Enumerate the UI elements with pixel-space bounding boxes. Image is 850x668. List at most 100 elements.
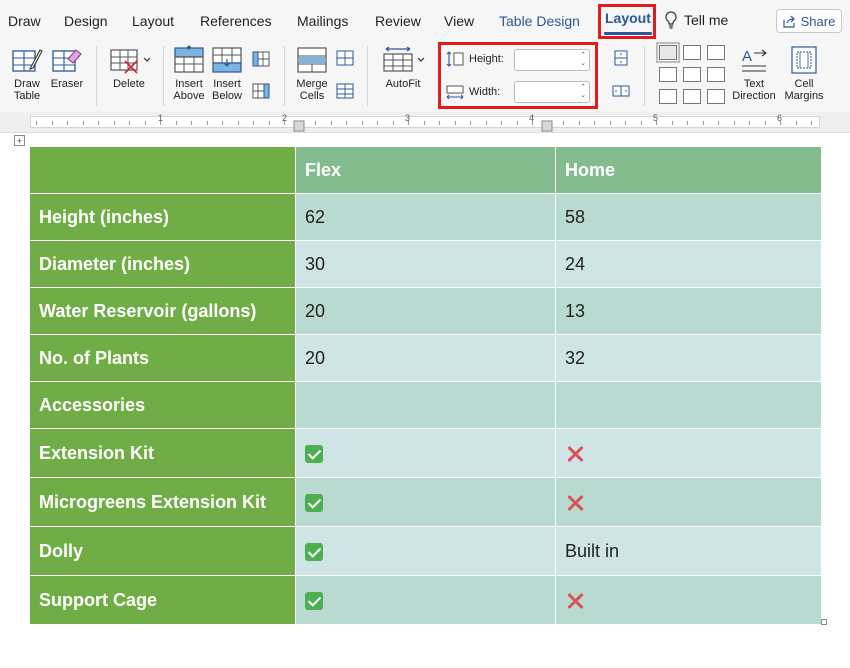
- table-cell-home[interactable]: 13: [555, 287, 822, 335]
- row-header-cell[interactable]: Support Cage: [29, 575, 296, 625]
- checkmark-icon: [305, 444, 323, 463]
- cell-margins-label: Cell Margins: [784, 78, 824, 102]
- text-direction-button[interactable]: A Text Direction: [728, 45, 780, 102]
- row-header-cell[interactable]: Dolly: [29, 526, 296, 576]
- table-cell-flex[interactable]: [295, 526, 556, 576]
- ruler-tick: [439, 121, 440, 125]
- insert-below-label: Insert Below: [212, 78, 242, 102]
- tab-table-design[interactable]: Table Design: [499, 13, 580, 29]
- ruler-tick: [408, 121, 409, 125]
- tab-design[interactable]: Design: [64, 13, 108, 29]
- table-resize-handle[interactable]: [821, 619, 827, 625]
- ruler-tick: [517, 121, 518, 125]
- table-cell-flex[interactable]: 62: [295, 193, 556, 241]
- tab-references[interactable]: References: [200, 13, 272, 29]
- cross-mark-icon: [565, 444, 585, 464]
- column-header-home[interactable]: Home: [555, 146, 822, 194]
- table-cell-home[interactable]: 24: [555, 240, 822, 288]
- eraser-label: Eraser: [50, 78, 84, 90]
- horizontal-ruler[interactable]: 1 2 3 4 5 6: [0, 112, 850, 133]
- merge-cells-button[interactable]: Merge Cells: [292, 45, 332, 102]
- distribute-columns-icon[interactable]: [612, 83, 630, 99]
- table-cell-home[interactable]: [555, 575, 822, 625]
- row-height-stepper[interactable]: ⌃ ⌄: [580, 52, 586, 68]
- insert-above-button[interactable]: Insert Above: [171, 45, 207, 102]
- tab-review[interactable]: Review: [375, 13, 421, 29]
- align-bottom-center[interactable]: [683, 89, 701, 104]
- row-header-cell[interactable]: Extension Kit: [29, 428, 296, 478]
- ruler-tick: [532, 121, 533, 125]
- cell-margins-button[interactable]: Cell Margins: [781, 45, 827, 102]
- align-top-center[interactable]: [683, 45, 701, 60]
- align-middle-center[interactable]: [683, 67, 701, 82]
- table-cell-flex[interactable]: [295, 381, 556, 429]
- table-cell-flex[interactable]: 30: [295, 240, 556, 288]
- document-canvas[interactable]: + Flex Home Height (inches) 62 58 Diameter …: [0, 133, 850, 668]
- row-header-cell[interactable]: Microgreens Extension Kit: [29, 477, 296, 527]
- align-middle-left[interactable]: [659, 67, 677, 82]
- row-header-cell[interactable]: Diameter (inches): [29, 240, 296, 288]
- row-height-icon: [446, 51, 464, 67]
- eraser-icon: [52, 49, 82, 72]
- draw-table-button[interactable]: Draw Table: [9, 45, 45, 102]
- table-move-handle[interactable]: +: [14, 135, 25, 146]
- table-row: Extension Kit: [29, 428, 822, 478]
- tab-layout-page[interactable]: Layout: [132, 13, 174, 29]
- align-middle-right[interactable]: [707, 67, 725, 82]
- tab-view[interactable]: View: [444, 13, 474, 29]
- align-bottom-left[interactable]: [659, 89, 677, 104]
- insert-left-icon[interactable]: [251, 50, 271, 68]
- row-height-input[interactable]: ⌃ ⌄: [514, 49, 590, 71]
- autofit-button[interactable]: AutoFit: [378, 45, 428, 90]
- column-header-flex[interactable]: Flex: [295, 146, 556, 194]
- row-header-cell[interactable]: Height (inches): [29, 193, 296, 241]
- table-cell-home[interactable]: Built in: [555, 526, 822, 576]
- table-cell-flex[interactable]: [295, 477, 556, 527]
- table-cell-flex[interactable]: 20: [295, 334, 556, 382]
- table-corner-cell[interactable]: [29, 146, 296, 194]
- align-top-left[interactable]: [656, 42, 680, 63]
- text-direction-icon: A: [742, 48, 767, 72]
- table-cell-flex[interactable]: [295, 428, 556, 478]
- table-cell-flex[interactable]: 20: [295, 287, 556, 335]
- row-header-cell[interactable]: No. of Plants: [29, 334, 296, 382]
- ribbon-toolbar: Draw Table Eraser Delete Insert Above In…: [0, 42, 850, 113]
- table-cell-home[interactable]: 32: [555, 334, 822, 382]
- align-top-right[interactable]: [707, 45, 725, 60]
- tab-mailings[interactable]: Mailings: [297, 13, 348, 29]
- ribbon-separator: [284, 46, 285, 106]
- tab-draw[interactable]: Draw: [8, 13, 41, 29]
- ruler-tick: [765, 121, 766, 125]
- share-button[interactable]: Share: [776, 9, 842, 33]
- split-cells-icon[interactable]: [336, 50, 354, 66]
- column-width-input[interactable]: ⌃ ⌄: [514, 81, 590, 103]
- checkmark-icon: [305, 493, 323, 512]
- split-table-icon[interactable]: [336, 83, 354, 99]
- tell-me-search[interactable]: Tell me: [664, 11, 728, 29]
- ruler-tick: [114, 121, 115, 125]
- table-cell-home[interactable]: [555, 477, 822, 527]
- distribute-rows-icon[interactable]: [612, 50, 630, 66]
- row-header-cell[interactable]: Accessories: [29, 381, 296, 429]
- table-cell-home[interactable]: [555, 428, 822, 478]
- share-label: Share: [800, 13, 836, 29]
- table-cell-home[interactable]: 58: [555, 193, 822, 241]
- column-marker-icon[interactable]: [540, 120, 554, 132]
- comparison-table[interactable]: Flex Home Height (inches) 62 58 Diameter (i…: [29, 146, 822, 625]
- tab-table-layout[interactable]: Layout: [601, 7, 655, 35]
- column-marker-icon[interactable]: [292, 120, 306, 132]
- ruler-tick: [780, 121, 781, 125]
- table-cell-home[interactable]: [555, 381, 822, 429]
- align-bottom-right[interactable]: [707, 89, 725, 104]
- column-width-stepper[interactable]: ⌃ ⌄: [580, 84, 586, 100]
- insert-right-icon[interactable]: [251, 82, 271, 100]
- svg-text:A: A: [742, 48, 752, 65]
- ribbon-tab-bar: Draw Design Layout References Mailings R…: [0, 0, 850, 42]
- ruler-track: [30, 116, 820, 128]
- row-header-cell[interactable]: Water Reservoir (gallons): [29, 287, 296, 335]
- eraser-button[interactable]: Eraser: [49, 45, 85, 90]
- delete-button[interactable]: Delete: [106, 45, 152, 90]
- cell-margins-icon: [791, 46, 817, 74]
- table-cell-flex[interactable]: [295, 575, 556, 625]
- insert-below-button[interactable]: Insert Below: [209, 45, 245, 102]
